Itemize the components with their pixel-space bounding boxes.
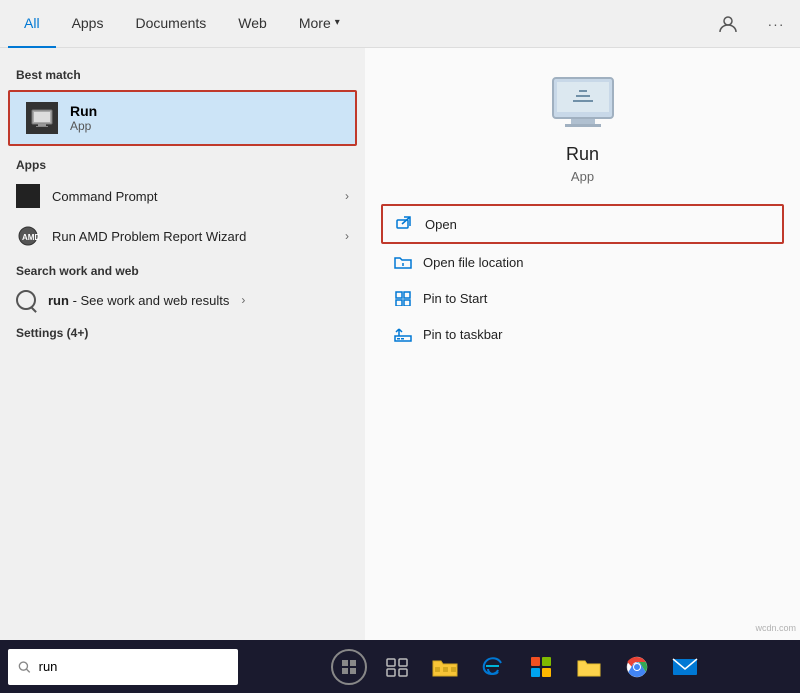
apps-section-label: Apps (0, 150, 365, 176)
run-large-icon (543, 72, 623, 132)
open-file-location-icon (393, 252, 413, 272)
amd-wizard-label: Run AMD Problem Report Wizard (52, 229, 333, 244)
ellipsis-icon[interactable]: ··· (760, 8, 792, 40)
pin-to-start-icon (393, 288, 413, 308)
open-label: Open (425, 217, 457, 232)
search-web-text: run - See work and web results (48, 293, 229, 308)
command-prompt-icon (16, 184, 40, 208)
search-web-chevron-icon: › (241, 293, 245, 307)
header-actions: ··· (712, 8, 792, 40)
chrome-button[interactable] (615, 645, 659, 689)
open-icon (395, 214, 415, 234)
best-match-run-item[interactable]: Run App (8, 90, 357, 146)
pin-to-taskbar-item[interactable]: Pin to taskbar (381, 316, 784, 352)
search-web-label: Search work and web (0, 256, 365, 282)
pin-to-taskbar-label: Pin to taskbar (423, 327, 503, 342)
amd-icon: AMD (16, 224, 40, 248)
tab-more[interactable]: More ▾ (283, 0, 356, 48)
file-manager-button[interactable] (567, 645, 611, 689)
left-panel: Best match Run App Apps (0, 48, 365, 640)
taskbar-search-box[interactable] (8, 649, 238, 685)
command-prompt-item[interactable]: Command Prompt › (0, 176, 365, 216)
pin-to-start-item[interactable]: Pin to Start (381, 280, 784, 316)
mail-icon (672, 656, 698, 678)
run-item-text: Run App (70, 103, 97, 133)
open-file-location-item[interactable]: Open file location (381, 244, 784, 280)
tab-apps[interactable]: Apps (56, 0, 120, 48)
windows-circle-icon (331, 649, 367, 685)
taskbar-search-input[interactable] (39, 659, 228, 674)
store-button[interactable] (519, 645, 563, 689)
run-item-title: Run (70, 103, 97, 119)
search-circle-icon (16, 290, 36, 310)
pin-to-taskbar-icon (393, 324, 413, 344)
tab-web[interactable]: Web (222, 0, 283, 48)
right-panel: Run App Open (365, 48, 800, 640)
amd-chevron-icon: › (345, 229, 349, 243)
tab-all[interactable]: All (8, 0, 56, 48)
chevron-down-icon: ▾ (335, 17, 340, 28)
edge-browser-button[interactable] (471, 645, 515, 689)
tab-documents[interactable]: Documents (119, 0, 222, 48)
run-app-type-large: App (571, 169, 594, 184)
svg-text:AMD: AMD (22, 233, 39, 242)
search-web-item[interactable]: run - See work and web results › (0, 282, 365, 318)
store-icon (529, 655, 553, 679)
taskbar (0, 640, 800, 693)
command-prompt-label: Command Prompt (52, 189, 333, 204)
run-item-subtitle: App (70, 119, 97, 133)
run-app-name-large: Run (566, 144, 599, 165)
file-explorer-button[interactable] (423, 645, 467, 689)
open-file-location-label: Open file location (423, 255, 523, 270)
settings-label: Settings (4+) (0, 318, 365, 344)
content-area: Best match Run App Apps (0, 48, 800, 640)
task-view-icon (385, 655, 409, 679)
start-button[interactable] (327, 645, 371, 689)
task-view-button[interactable] (375, 645, 419, 689)
watermark: wcdn.com (755, 623, 796, 633)
taskbar-icons (238, 645, 796, 689)
tabs-row: All Apps Documents Web More ▾ ··· (0, 0, 800, 48)
amd-wizard-item[interactable]: AMD Run AMD Problem Report Wizard › (0, 216, 365, 256)
pin-to-start-label: Pin to Start (423, 291, 487, 306)
run-app-icon (26, 102, 58, 134)
chrome-icon (625, 655, 649, 679)
best-match-label: Best match (0, 60, 365, 86)
search-panel: All Apps Documents Web More ▾ ··· (0, 0, 800, 640)
person-icon[interactable] (712, 8, 744, 40)
open-action-item[interactable]: Open (381, 204, 784, 244)
file-explorer-icon (432, 656, 458, 678)
mail-button[interactable] (663, 645, 707, 689)
taskbar-search-icon (18, 660, 31, 674)
chevron-right-icon: › (345, 189, 349, 203)
edge-icon (481, 655, 505, 679)
file-manager-icon (576, 656, 602, 678)
